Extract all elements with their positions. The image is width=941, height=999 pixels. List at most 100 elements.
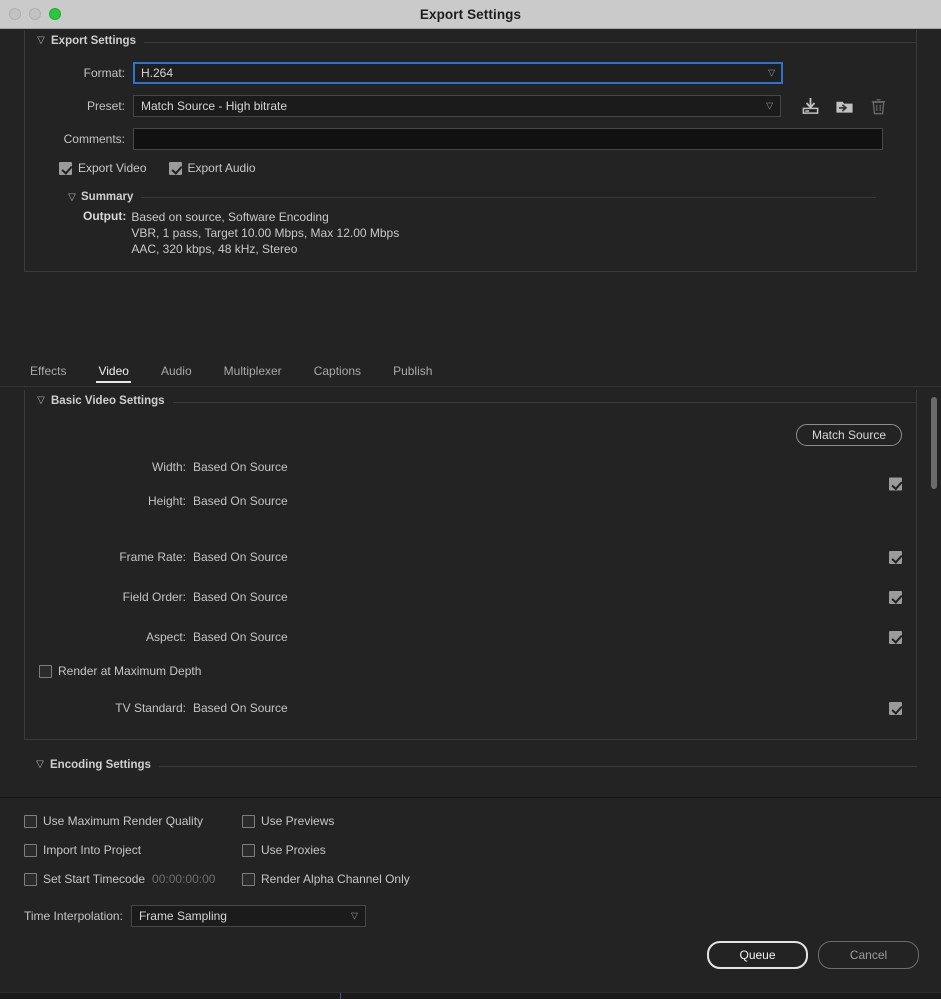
encoding-checkbox-grid: Use Maximum Render Quality Use Previews …: [0, 798, 941, 886]
settings-tabbar: Effects Video Audio Multiplexer Captions…: [0, 354, 941, 387]
basic-video-settings-title: Basic Video Settings: [49, 395, 173, 407]
use-previews-checkbox[interactable]: Use Previews: [242, 814, 941, 828]
window-title: Export Settings: [0, 7, 941, 22]
export-audio-label: Export Audio: [188, 161, 256, 175]
frame-rate-checkbox[interactable]: [889, 551, 902, 564]
tab-captions[interactable]: Captions: [298, 364, 377, 386]
close-window-icon[interactable]: [9, 8, 21, 20]
summary-header[interactable]: ▽ Summary: [65, 191, 876, 203]
match-source-button[interactable]: Match Source: [796, 424, 902, 446]
summary-line: AAC, 320 kbps, 48 kHz, Stereo: [131, 241, 399, 257]
render-alpha-channel-only-checkbox[interactable]: Render Alpha Channel Only: [242, 872, 941, 886]
height-row: Height: Based On Source: [25, 484, 916, 518]
scrollbar-thumb[interactable]: [931, 397, 937, 489]
aspect-row: Aspect: Based On Source: [25, 620, 916, 654]
field-order-checkbox[interactable]: [889, 591, 902, 604]
summary-section: ▽ Summary Output: Based on source, Softw…: [65, 191, 876, 257]
checkbox-box: [242, 844, 255, 857]
checkbox-box: [24, 844, 37, 857]
export-settings-group-header[interactable]: ▽ Export Settings: [25, 30, 916, 52]
render-max-depth-row: Render at Maximum Depth: [25, 654, 916, 688]
height-label: Height:: [25, 494, 193, 508]
checkbox-label: Use Previews: [261, 814, 334, 828]
summary-output-label: Output:: [83, 209, 131, 257]
summary-line: VBR, 1 pass, Target 10.00 Mbps, Max 12.0…: [131, 225, 399, 241]
tab-multiplexer[interactable]: Multiplexer: [208, 364, 298, 386]
field-order-label: Field Order:: [25, 590, 193, 604]
export-settings-top-area: ▽ Export Settings Format: H.264 ▽ Preset…: [0, 29, 941, 354]
preset-row: Preset: Match Source - High bitrate ▽: [25, 95, 916, 117]
queue-button[interactable]: Queue: [707, 941, 808, 969]
export-settings-group: ▽ Export Settings Format: H.264 ▽ Preset…: [24, 30, 917, 272]
render-max-depth-checkbox[interactable]: Render at Maximum Depth: [39, 664, 201, 678]
format-select[interactable]: H.264 ▽: [133, 62, 783, 84]
save-preset-icon[interactable]: [801, 97, 820, 116]
summary-title: Summary: [79, 191, 141, 203]
basic-video-settings-header[interactable]: ▽ Basic Video Settings: [25, 390, 916, 412]
time-interpolation-label: Time Interpolation:: [24, 909, 131, 923]
tab-publish[interactable]: Publish: [377, 364, 448, 386]
use-proxies-checkbox[interactable]: Use Proxies: [242, 843, 941, 857]
encoding-settings-header[interactable]: ▽ Encoding Settings: [24, 754, 917, 776]
encoding-settings-group: ▽ Encoding Settings: [24, 754, 917, 776]
field-order-value: Based On Source: [193, 590, 889, 604]
preset-select[interactable]: Match Source - High bitrate ▽: [133, 95, 781, 117]
comments-row: Comments:: [25, 128, 916, 150]
summary-lines: Based on source, Software Encoding VBR, …: [131, 209, 399, 257]
import-into-project-checkbox[interactable]: Import Into Project: [24, 843, 242, 857]
summary-body: Output: Based on source, Software Encodi…: [65, 209, 876, 257]
aspect-checkbox[interactable]: [889, 631, 902, 644]
chevron-down-icon[interactable]: ▽: [65, 192, 79, 203]
checkbox-label: Set Start Timecode: [43, 872, 145, 886]
height-value: Based On Source: [193, 494, 902, 508]
export-video-label: Export Video: [78, 161, 147, 175]
export-video-checkbox[interactable]: Export Video: [59, 161, 147, 175]
tv-standard-row: TV Standard: Based On Source: [25, 691, 916, 725]
checkbox-box: [39, 665, 52, 678]
encoding-settings-panel: Use Maximum Render Quality Use Previews …: [0, 797, 941, 999]
aspect-value: Based On Source: [193, 630, 889, 644]
header-rule: [173, 402, 916, 403]
use-maximum-render-quality-checkbox[interactable]: Use Maximum Render Quality: [24, 814, 242, 828]
chevron-down-icon[interactable]: ▽: [32, 760, 48, 770]
video-settings-scroll-region: ▽ Basic Video Settings Match Source Widt…: [0, 387, 941, 796]
vertical-scrollbar[interactable]: [929, 387, 939, 796]
checkbox-box: [242, 873, 255, 886]
width-value: Based On Source: [193, 460, 902, 474]
time-interpolation-value: Frame Sampling: [139, 909, 227, 923]
chevron-down-icon: ▽: [351, 912, 358, 921]
traffic-light-group: [0, 8, 61, 20]
import-preset-icon[interactable]: [835, 97, 854, 116]
maximize-window-icon[interactable]: [49, 8, 61, 20]
checkbox-box: [242, 815, 255, 828]
set-start-timecode-row: Set Start Timecode 00:00:00:00: [24, 872, 242, 886]
tab-effects[interactable]: Effects: [14, 364, 82, 386]
export-audio-checkbox[interactable]: Export Audio: [169, 161, 256, 175]
export-media-toggles: Export Video Export Audio: [59, 161, 916, 175]
frame-rate-row: Frame Rate: Based On Source: [25, 540, 916, 574]
cancel-button[interactable]: Cancel: [818, 941, 919, 969]
comments-input[interactable]: [133, 128, 883, 150]
chevron-down-icon[interactable]: ▽: [33, 396, 49, 406]
checkbox-label: Use Proxies: [261, 843, 326, 857]
match-source-row: Match Source: [25, 416, 916, 450]
tab-video[interactable]: Video: [82, 364, 144, 386]
time-interpolation-select[interactable]: Frame Sampling ▽: [131, 905, 366, 927]
set-start-timecode-checkbox[interactable]: Set Start Timecode: [24, 872, 145, 886]
header-rule: [144, 42, 916, 43]
export-settings-group-title: Export Settings: [49, 35, 144, 47]
frame-rate-value: Based On Source: [193, 550, 889, 564]
header-rule: [159, 766, 917, 767]
preset-label: Preset:: [25, 99, 133, 113]
window-titlebar: Export Settings: [0, 0, 941, 29]
checkbox-box: [169, 162, 182, 175]
width-height-link-checkbox[interactable]: [889, 478, 902, 491]
tab-audio[interactable]: Audio: [145, 364, 208, 386]
delete-preset-icon[interactable]: [869, 97, 888, 116]
start-timecode-value[interactable]: 00:00:00:00: [152, 872, 215, 886]
tv-standard-checkbox[interactable]: [889, 702, 902, 715]
tv-standard-label: TV Standard:: [25, 701, 193, 715]
minimize-window-icon[interactable]: [29, 8, 41, 20]
format-select-value: H.264: [141, 66, 173, 80]
chevron-down-icon[interactable]: ▽: [33, 36, 49, 46]
